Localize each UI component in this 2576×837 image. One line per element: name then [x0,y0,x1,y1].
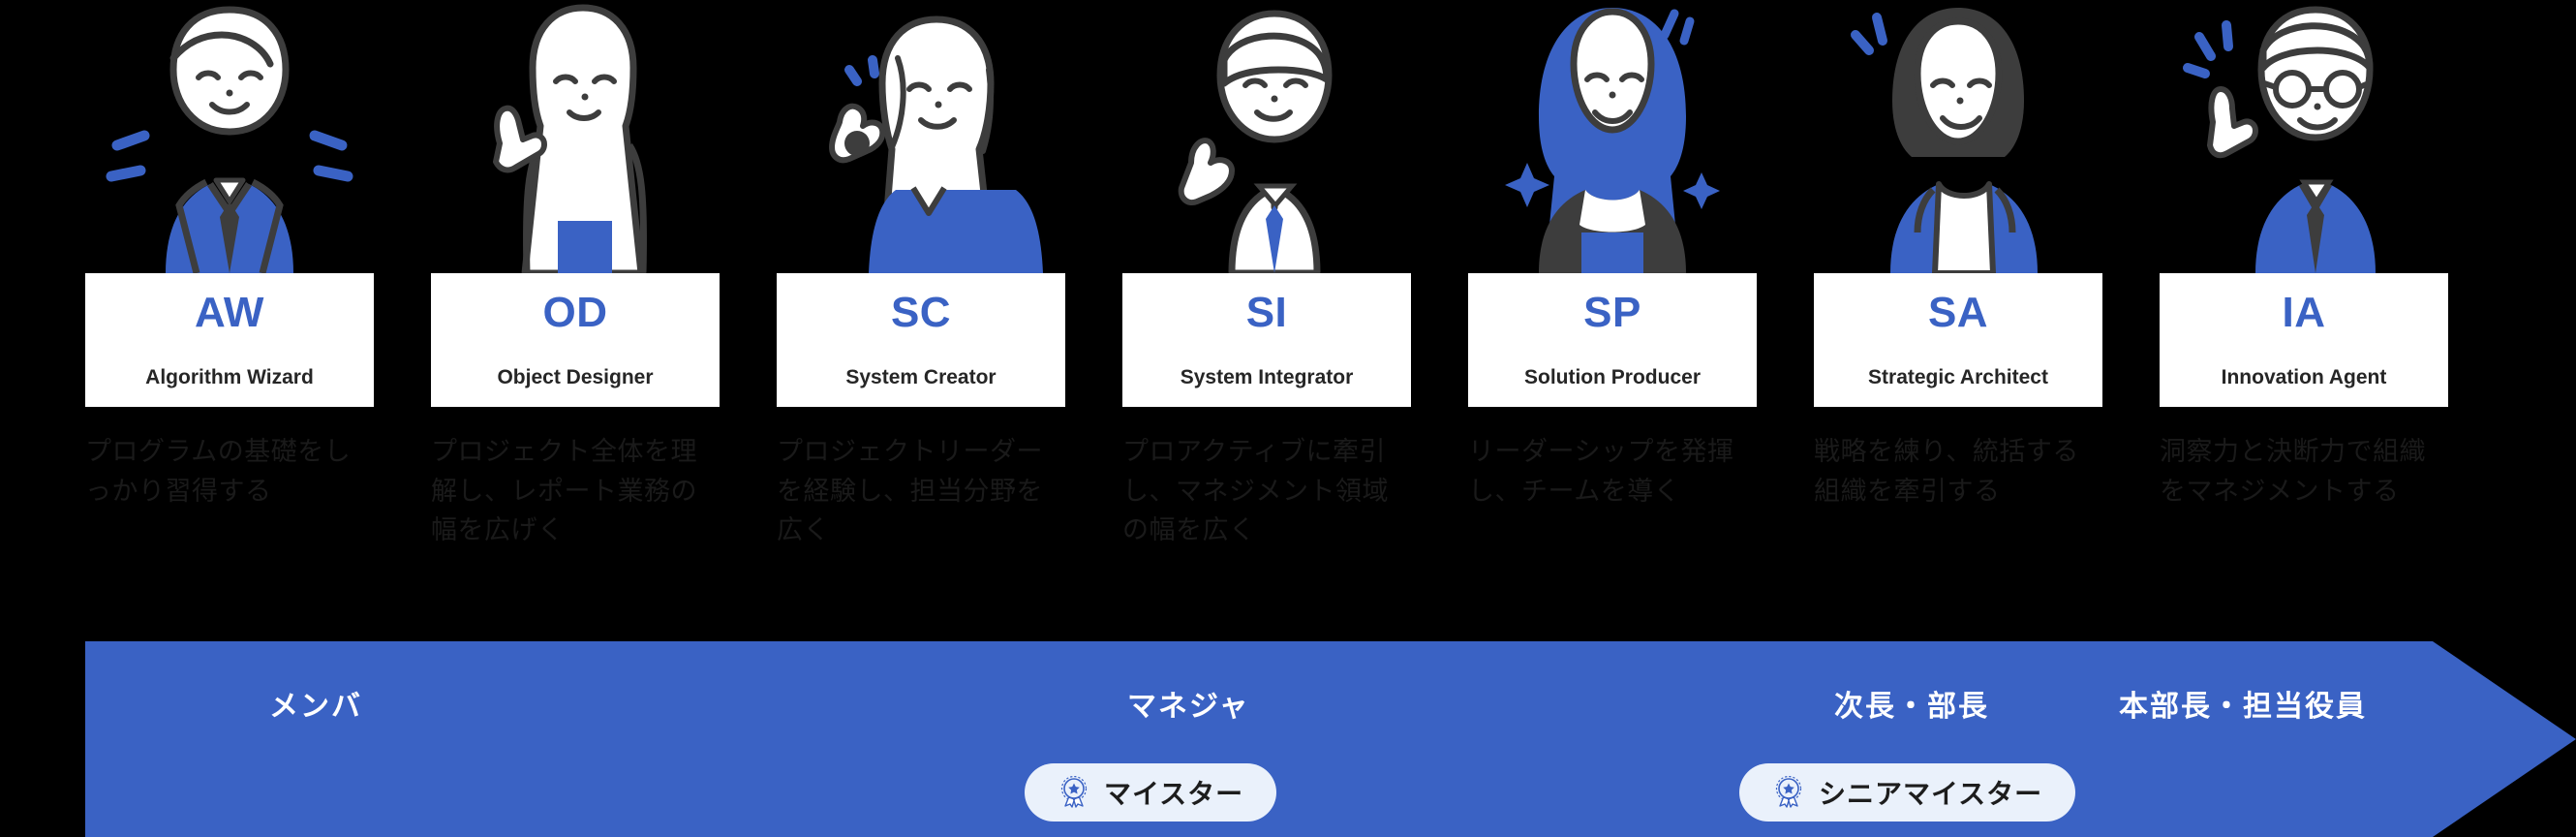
role-card-sa[interactable]: SA Strategic Architect [1814,273,2102,407]
role-description: 洞察力と決断力で組織をマネジメントする [2160,437,2426,506]
avatar-object-designer [431,0,720,273]
role-description: プロジェクトリーダーを経験し、担当分野を広く [777,437,1043,544]
role-card-sp[interactable]: SP Solution Producer [1468,273,1757,407]
band-label-member: メンバ [269,691,362,723]
avatar-system-integrator [1122,0,1411,273]
role-abbr: IA [2282,288,2326,336]
role-column-aw[interactable]: AW Algorithm Wizard プログラムの基礎をしっかり習得する [85,0,374,620]
role-abbr: SC [890,288,952,336]
avatar-solution-producer [1468,0,1757,273]
rosette-icon [1058,776,1090,809]
role-abbr: AW [195,288,264,336]
role-column-si[interactable]: SI System Integrator プロアクティブに牽引し、マネジメント領… [1122,0,1411,620]
role-description: プロジェクト全体を理解し、レポート業務の幅を広げく [431,437,697,544]
role-column-sc[interactable]: SC System Creator プロジェクトリーダーを経験し、担当分野を広く [777,0,1065,620]
role-full-name: System Integrator [1180,365,1354,388]
avatar-algorithm-wizard [85,0,374,273]
role-full-name: Innovation Agent [2221,365,2387,388]
role-abbr: SI [1245,288,1288,336]
role-full-name: Strategic Architect [1868,365,2048,388]
role-abbr: SP [1583,288,1641,336]
role-full-name: Object Designer [497,365,654,388]
role-columns: AW Algorithm Wizard プログラムの基礎をしっかり習得する OD… [85,0,2510,620]
role-full-name: Algorithm Wizard [145,365,314,388]
avatar-system-creator [777,0,1065,273]
role-full-name: System Creator [845,365,997,388]
role-card-od[interactable]: OD Object Designer [431,273,720,407]
role-full-name: Solution Producer [1523,365,1701,388]
band-label-manager: マネジャ [1127,691,1250,723]
role-card-sc[interactable]: SC System Creator [777,273,1065,407]
career-level-band: メンバ マネジャ 次長・部長 本部長・担当役員 マイスター シニアマイスター [85,641,2576,837]
role-card-si[interactable]: SI System Integrator [1122,273,1411,407]
role-description: 戦略を練り、統括する組織を牽引する [1814,437,2079,506]
avatar-innovation-agent [2160,0,2448,273]
role-column-sa[interactable]: SA Strategic Architect 戦略を練り、統括する組織を牽引する [1814,0,2102,620]
role-column-sp[interactable]: SP Solution Producer リーダーシップを発揮し、チームを導く [1468,0,1757,620]
role-description: リーダーシップを発揮し、チームを導く [1468,437,1734,506]
role-abbr: SA [1927,288,1989,336]
role-description: プログラムの基礎をしっかり習得する [85,437,352,506]
avatar-strategic-architect [1814,0,2102,273]
badge-label: シニアマイスター [1819,779,2043,809]
career-path-diagram: AW Algorithm Wizard プログラムの基礎をしっかり習得する OD… [0,0,2576,837]
role-column-od[interactable]: OD Object Designer プロジェクト全体を理解し、レポート業務の幅… [431,0,720,620]
role-column-ia[interactable]: IA Innovation Agent 洞察力と決断力で組織をマネジメントする [2160,0,2448,620]
badge-meister[interactable]: マイスター [1025,763,1277,822]
role-abbr: OD [542,288,608,336]
band-label-jicho-bucho: 次長・部長 [1834,691,1989,723]
badge-senior-meister[interactable]: シニアマイスター [1739,763,2076,822]
rosette-icon [1772,776,1805,809]
badge-label: マイスター [1104,779,1244,809]
band-label-honbucho-yakuin: 本部長・担当役員 [2119,691,2367,723]
role-card-aw[interactable]: AW Algorithm Wizard [85,273,374,407]
role-card-ia[interactable]: IA Innovation Agent [2160,273,2448,407]
role-description: プロアクティブに牽引し、マネジメント領域の幅を広く [1122,437,1389,544]
